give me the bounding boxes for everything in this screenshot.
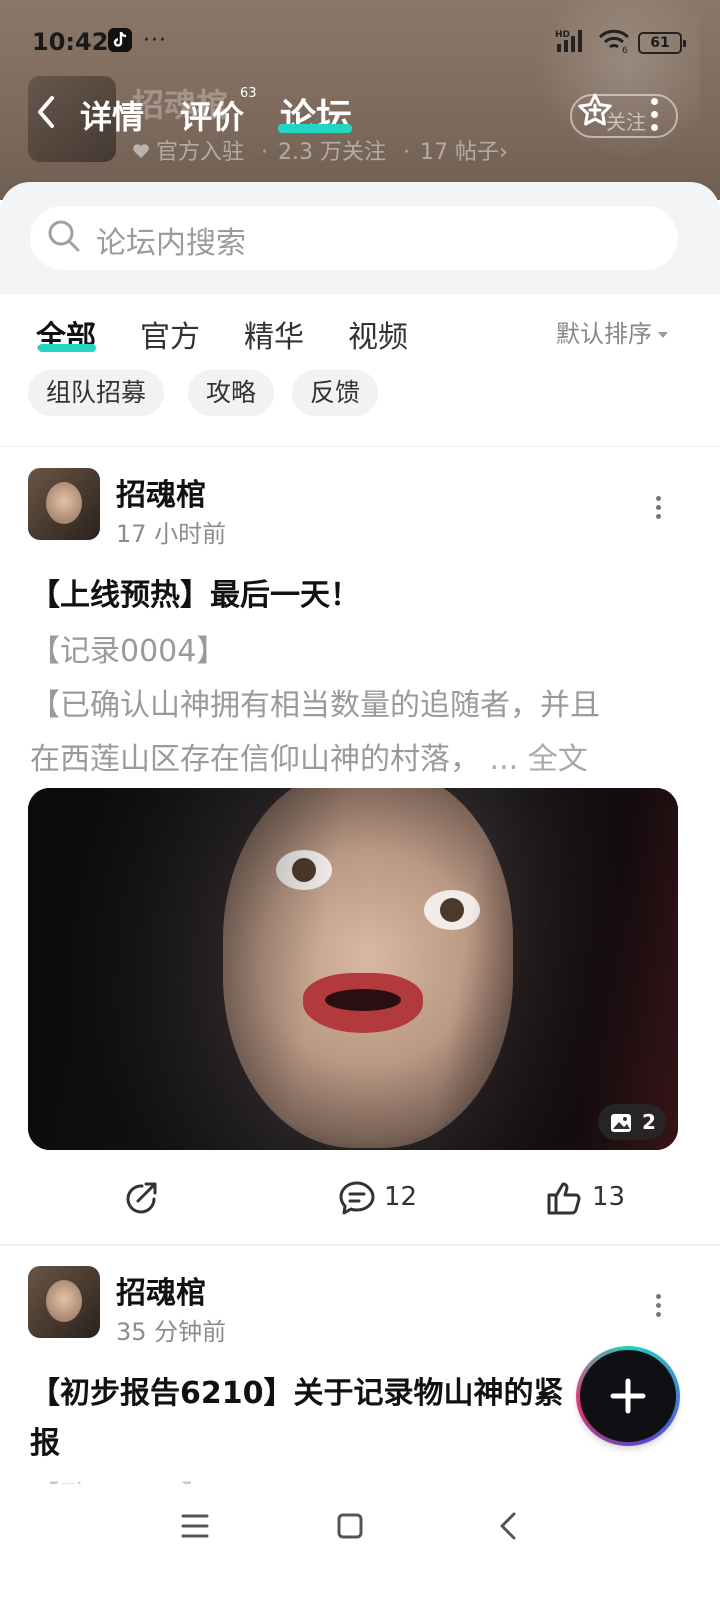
post-author-avatar[interactable]	[28, 1266, 100, 1338]
post-more-icon[interactable]	[656, 496, 664, 523]
plus-icon	[610, 1378, 646, 1414]
heart-icon	[132, 140, 150, 165]
battery-icon: 61	[638, 32, 686, 54]
image-count-badge: 2	[598, 1104, 666, 1140]
post-title-continued[interactable]: 报	[30, 1418, 60, 1462]
post-author-name[interactable]: 招魂棺	[116, 470, 206, 514]
filter-tab-video[interactable]: 视频	[348, 312, 408, 356]
status-more-icon: ···	[143, 28, 167, 53]
filter-tab-featured[interactable]: 精华	[244, 312, 304, 356]
like-count: 13	[592, 1182, 626, 1212]
thumbs-up-icon	[547, 1182, 581, 1215]
nav-home-icon[interactable]	[336, 1512, 364, 1540]
caret-down-icon	[658, 332, 668, 338]
chip-team-recruit[interactable]: 组队招募	[28, 370, 165, 416]
tab-reviews[interactable]: 评价	[180, 92, 244, 138]
meta-separator: ·	[261, 140, 269, 165]
chip-guide[interactable]: 攻略	[188, 370, 275, 416]
post-image[interactable]	[28, 788, 678, 1150]
reviews-count-badge: 63	[240, 86, 257, 101]
image-icon	[611, 1114, 631, 1132]
official-label: 官方入驻	[156, 140, 245, 165]
filter-tab-official[interactable]: 官方	[140, 312, 200, 356]
search-icon	[48, 220, 80, 252]
filter-active-indicator	[38, 344, 96, 352]
more-menu-icon[interactable]	[648, 98, 660, 137]
tiktok-notification-icon	[108, 28, 132, 52]
nav-back-icon[interactable]	[496, 1510, 520, 1542]
post-text-line: 【已确认山神拥有相当数量的追随者，并且	[30, 688, 600, 723]
meta-separator: ·	[403, 140, 410, 165]
post-separator	[0, 1244, 720, 1246]
signal-icon: HD	[555, 30, 582, 52]
svg-text:HD: HD	[555, 30, 570, 40]
post-more-icon[interactable]	[656, 1294, 664, 1321]
star-add-icon[interactable]	[576, 92, 614, 130]
post-author-avatar[interactable]	[28, 468, 100, 540]
post-title[interactable]: 【初步报告6210】关于记录物山神的紧	[30, 1368, 564, 1412]
post-title[interactable]: 【上线预热】最后一天！	[30, 570, 360, 614]
tab-details[interactable]: 详情	[80, 92, 144, 138]
status-time: 10:42	[32, 28, 109, 56]
divider	[0, 446, 720, 447]
followers-count: 2.3 万关注	[278, 140, 386, 165]
sort-label: 默认排序	[556, 320, 652, 348]
chevron-right-icon: ›	[499, 140, 508, 165]
comment-count: 12	[384, 1182, 418, 1212]
post-text-line: 在西莲山区存在信仰山神的村落， ... 全文	[30, 734, 588, 778]
post-timestamp: 17 小时前	[116, 520, 227, 548]
system-nav-bar	[0, 1484, 720, 1600]
post-text-excerpt: 在西莲山区存在信仰山神的村落，	[30, 742, 480, 777]
image-count: 2	[642, 1110, 656, 1134]
chip-feedback[interactable]: 反馈	[292, 370, 379, 416]
share-icon	[126, 1182, 157, 1214]
sort-dropdown[interactable]: 默认排序	[556, 314, 668, 349]
post-timestamp: 35 分钟前	[116, 1318, 227, 1346]
search-placeholder: 论坛内搜索	[96, 226, 246, 261]
create-post-button[interactable]	[576, 1346, 680, 1446]
wifi-icon: 6	[598, 29, 630, 54]
comment-icon	[339, 1181, 375, 1215]
post-author-name[interactable]: 招魂棺	[116, 1268, 206, 1312]
active-tab-indicator	[278, 124, 352, 133]
svg-text:6: 6	[622, 46, 628, 54]
post-text-line: 【记录0004】	[30, 634, 227, 669]
posts-count: 17 帖子	[420, 140, 499, 165]
nav-menu-icon[interactable]	[180, 1512, 210, 1540]
status-bar: 10:42 ··· HD 6 61	[0, 0, 720, 80]
read-more-link[interactable]: ... 全文	[490, 742, 588, 777]
back-arrow-icon[interactable]	[32, 94, 62, 130]
